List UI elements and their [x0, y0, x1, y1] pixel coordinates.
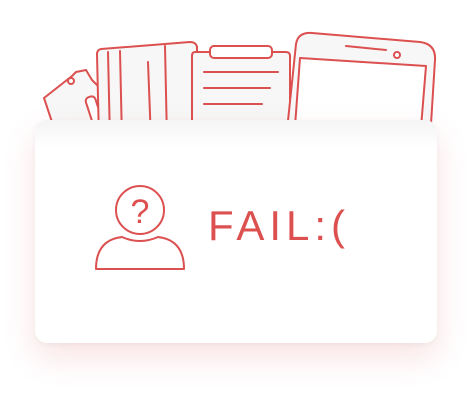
card-top-shade — [35, 120, 437, 148]
unknown-user-icon: ? — [95, 185, 185, 270]
error-scene: ? FAIL:( — [0, 0, 472, 400]
documents-illustration — [43, 31, 437, 140]
question-mark: ? — [131, 193, 150, 231]
fail-message: FAIL:( — [208, 202, 351, 249]
